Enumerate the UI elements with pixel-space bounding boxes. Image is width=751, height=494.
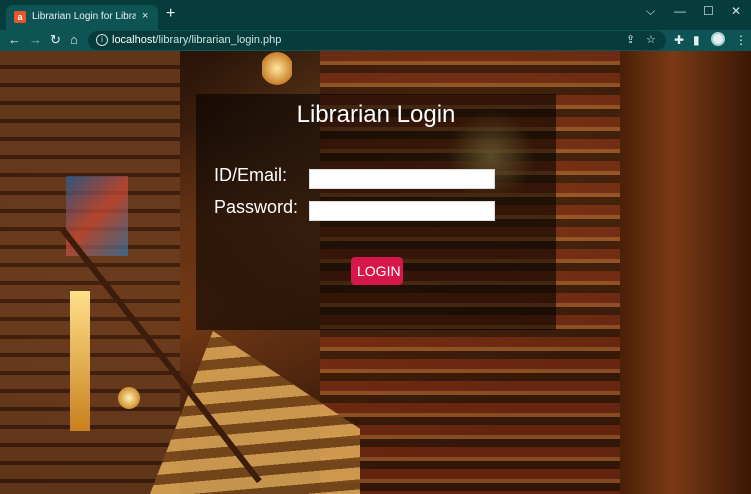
bookshelf-left (0, 51, 180, 494)
bookmark-star-icon[interactable]: ☆ (646, 33, 656, 46)
share-icon[interactable]: ⇪ (626, 33, 635, 46)
close-window-icon[interactable]: ✕ (731, 4, 741, 18)
side-panel-icon[interactable]: ▮ (693, 33, 700, 47)
reload-icon[interactable]: ↻ (50, 32, 61, 48)
id-email-input[interactable] (309, 169, 495, 189)
forward-icon[interactable]: → (29, 32, 42, 48)
maximize-icon[interactable]: ☐ (703, 4, 714, 18)
tab-search-icon[interactable]: ⌵ (646, 4, 655, 19)
password-input[interactable] (309, 201, 495, 221)
page-title: Librarian Login (296, 101, 456, 128)
address-bar[interactable]: i localhost/library/librarian_login.php … (88, 31, 666, 50)
carved-wood-right (620, 51, 751, 494)
wall-light (70, 291, 90, 431)
extensions-icon[interactable]: ✚ (674, 33, 684, 47)
stair-lamp (118, 387, 140, 409)
ceiling-lamp (262, 51, 292, 86)
site-info-icon[interactable]: i (96, 34, 108, 46)
menu-icon[interactable]: ⋮ (735, 33, 747, 47)
browser-toolbar: ← → ↻ ⌂ i localhost/library/librarian_lo… (0, 30, 751, 51)
profile-avatar[interactable] (711, 32, 725, 46)
browser-tab[interactable]: a Librarian Login for Library Manag × (6, 5, 158, 30)
url-path: /library/librarian_login.php (155, 34, 282, 46)
id-email-label: ID/Email: (214, 165, 288, 185)
tab-title: Librarian Login for Library Manag (32, 11, 136, 22)
minimize-icon[interactable]: — (674, 4, 686, 18)
url-host: localhost (112, 34, 156, 46)
back-icon[interactable]: ← (8, 32, 21, 48)
login-panel: Librarian Login ID/Email: Password: LOGI… (196, 94, 556, 330)
login-button[interactable]: LOGIN (351, 257, 403, 285)
tab-close-icon[interactable]: × (142, 10, 148, 22)
new-tab-icon[interactable]: + (166, 6, 175, 22)
home-icon[interactable]: ⌂ (70, 32, 78, 48)
url-text[interactable]: localhost/library/librarian_login.php (112, 34, 281, 46)
browser-tab-bar: a Librarian Login for Library Manag × + … (0, 0, 751, 30)
favicon-icon: a (14, 11, 26, 23)
password-label: Password: (214, 197, 299, 217)
